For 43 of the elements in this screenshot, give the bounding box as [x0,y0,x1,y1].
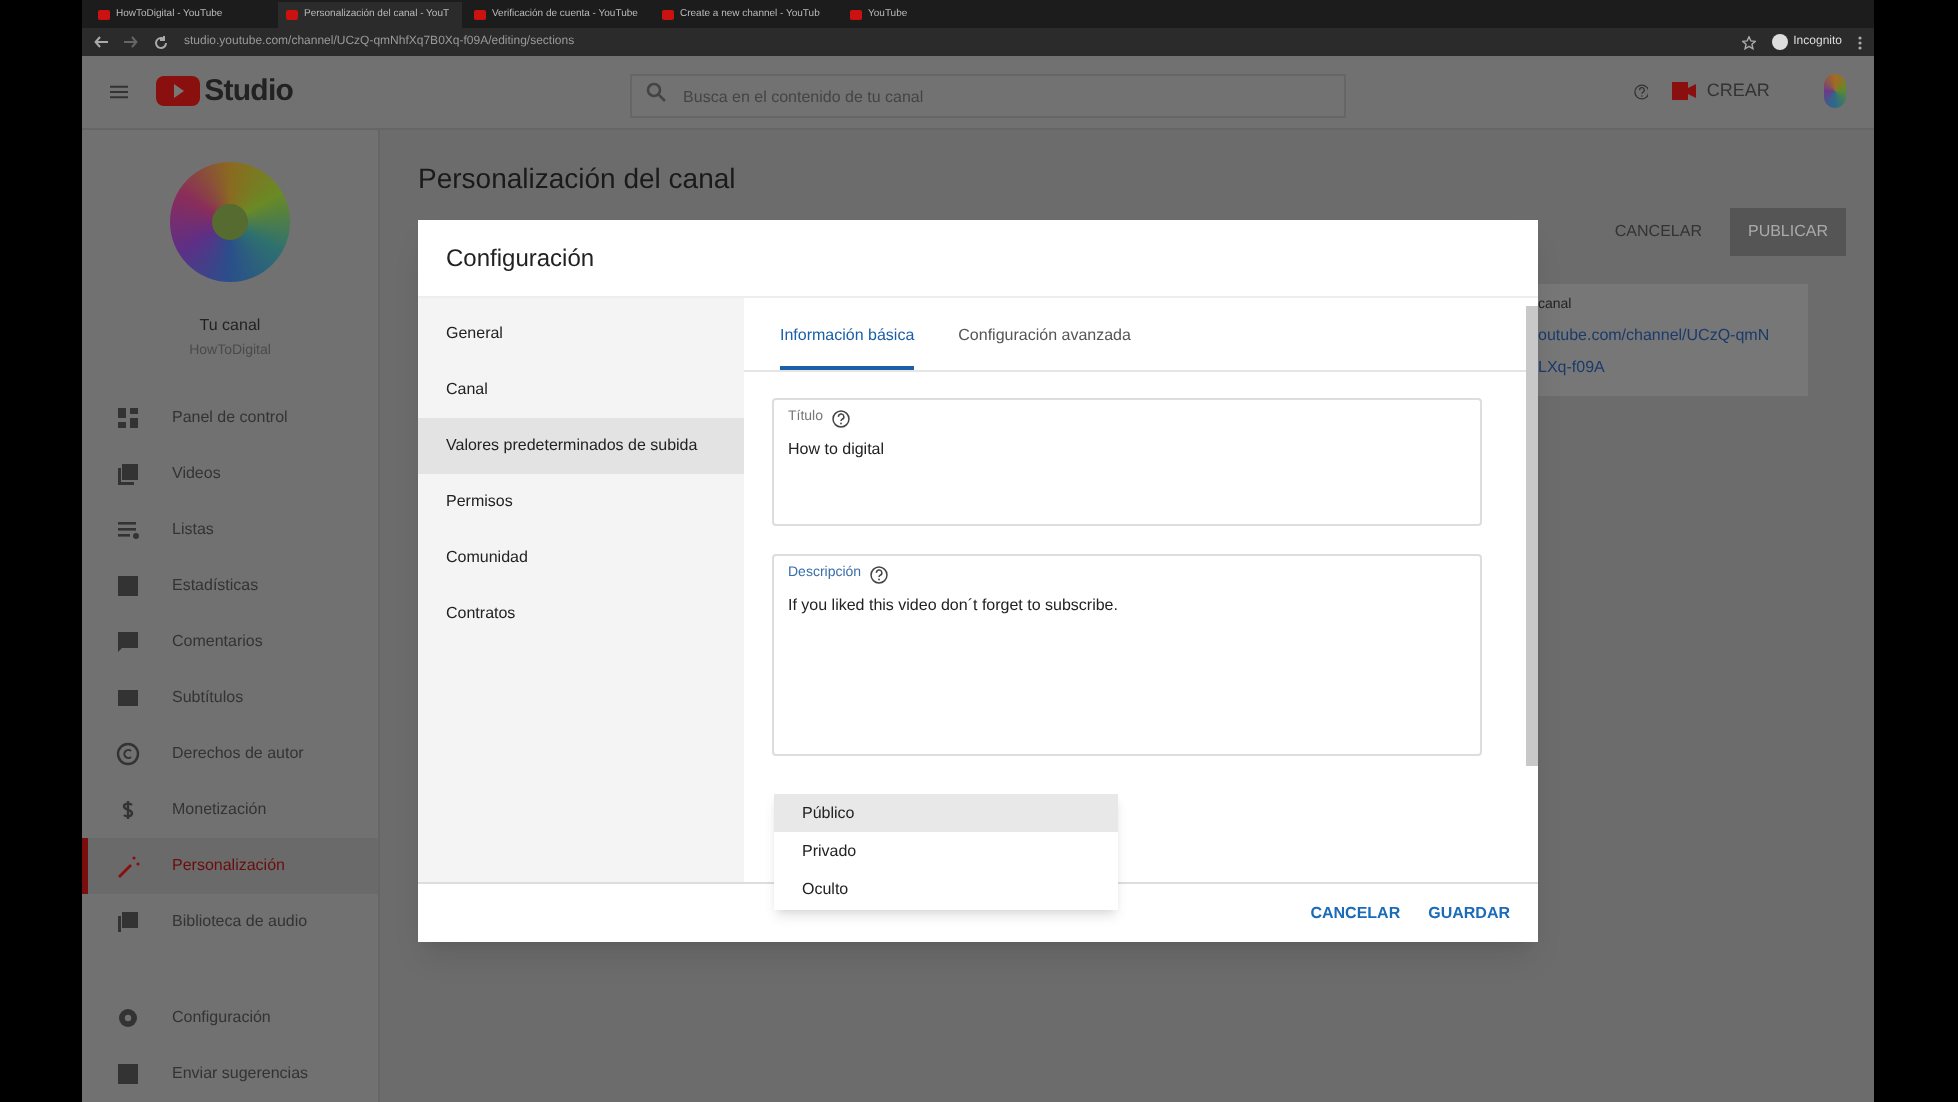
play-logo-icon [156,76,201,107]
forward-icon[interactable] [124,36,138,49]
settings-nav-item[interactable]: Permisos [418,474,744,530]
copyright-icon [116,742,140,766]
favicon-icon [286,10,298,21]
menu-option[interactable]: Público [774,794,1118,832]
studio-logo-text: Studio [204,71,294,112]
dialog-title: Configuración [446,242,595,276]
camera-icon [1672,82,1697,101]
search-icon [645,81,666,102]
back-icon[interactable] [94,36,108,49]
reload-icon[interactable] [154,35,168,50]
favicon-icon [662,10,674,21]
publish-button[interactable]: PUBLICAR [1729,207,1846,255]
favicon-icon [850,10,862,21]
comment-icon [116,630,140,654]
star-icon[interactable] [1741,35,1756,50]
dashboard-icon [116,406,140,430]
menu-option[interactable]: Privado [774,832,1118,870]
cancel-button[interactable]: CANCELAR [1310,901,1401,925]
field-value: How to digital [788,437,887,461]
profile-icon [1771,34,1788,51]
field-value: If you liked this video don´t forget to subscribe. [788,593,1120,617]
settings-nav-item[interactable]: General [418,306,744,362]
channel-name: Tu canal [199,313,261,337]
settings-nav-item[interactable]: Valores predeterminados de subida [418,418,744,474]
save-button[interactable]: GUARDAR [1428,901,1510,925]
settings-nav-item[interactable]: Comunidad [418,530,744,586]
menu-icon[interactable] [110,81,129,102]
settings-nav-item[interactable]: Contratos [418,586,744,642]
help-icon[interactable] [831,409,850,428]
video-icon [116,462,140,486]
favicon-icon [474,10,486,21]
settings-tab[interactable]: Información básica [780,324,915,370]
playlist-icon [116,518,140,542]
scrollbar[interactable] [1526,306,1538,766]
help-icon[interactable] [869,565,888,584]
wand-icon [116,854,140,878]
menu-option[interactable]: Oculto [774,870,1118,908]
favicon-icon [98,10,110,21]
settings-nav-item[interactable]: Canal [418,362,744,418]
settings-tab[interactable]: Configuración avanzada [958,324,1131,370]
page-title: Personalización del canal [418,159,738,197]
